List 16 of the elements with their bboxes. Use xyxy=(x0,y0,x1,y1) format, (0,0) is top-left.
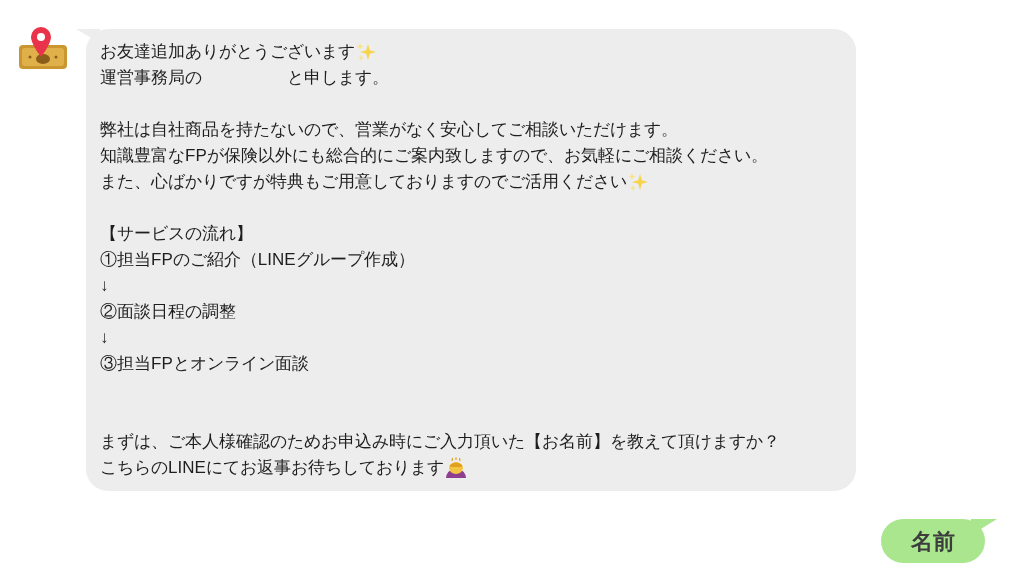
message-line: ③担当FPとオンライン面談 xyxy=(100,353,309,375)
message-line: こちらのLINEにてお返事お待ちしております xyxy=(100,457,444,479)
message-line: 運営事務局の と申します。 xyxy=(100,67,389,89)
sparkles-icon xyxy=(628,172,648,192)
message-line: また、心ばかりですが特典もご用意しておりますのでご活用ください xyxy=(100,171,627,193)
message-line: お友達追加ありがとうございます xyxy=(100,41,355,63)
message-line: ②面談日程の調整 xyxy=(100,301,236,323)
message-line: まずは、ご本人様確認のためお申込み時にご入力頂いた【お名前】を教えて頂けますか？ xyxy=(100,431,780,453)
sparkles-icon xyxy=(356,42,376,62)
message-line: ↓ xyxy=(100,327,109,349)
message-line: 弊社は自社商品を持たないので、営業がなく安心してご相談いただけます。 xyxy=(100,119,678,141)
message-line: ↓ xyxy=(100,275,109,297)
message-line: 【サービスの流れ】 xyxy=(100,223,253,245)
message-line: ①担当FPのご紹介（LINEグループ作成） xyxy=(100,249,415,271)
message-line: 知識豊富なFPが保険以外にも総合的にご案内致しますので、お気軽にご相談ください。 xyxy=(100,145,768,167)
bowing-figure-icon xyxy=(444,457,467,479)
